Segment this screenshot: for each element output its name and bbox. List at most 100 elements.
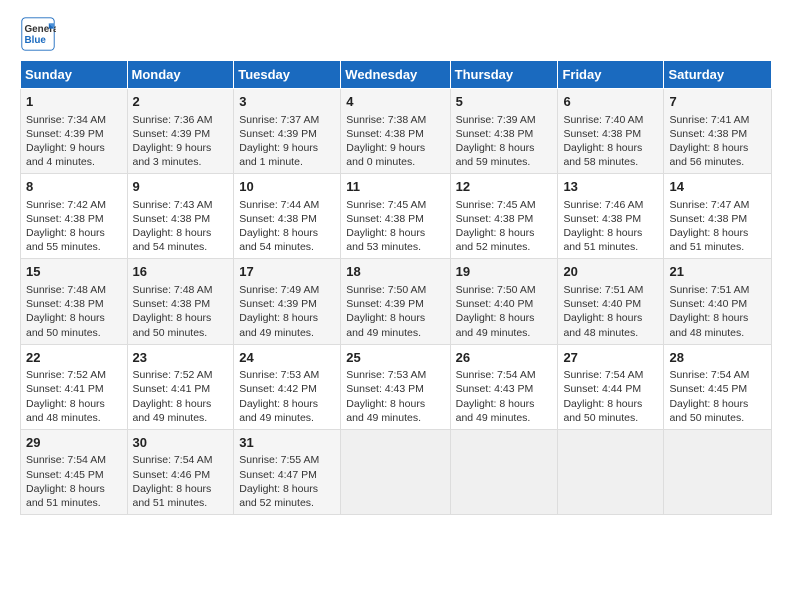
day-number: 28 [669,349,766,367]
day-info: Sunrise: 7:45 AMSunset: 4:38 PMDaylight:… [456,198,553,255]
day-number: 17 [239,263,335,281]
day-number: 23 [133,349,229,367]
calendar-cell [341,429,450,514]
day-number: 31 [239,434,335,452]
logo-icon: General Blue [20,16,56,52]
calendar-cell: 9 Sunrise: 7:43 AMSunset: 4:38 PMDaylight… [127,174,234,259]
calendar-header-wednesday: Wednesday [341,61,450,89]
calendar-cell: 5 Sunrise: 7:39 AMSunset: 4:38 PMDaylight… [450,89,558,174]
calendar-cell: 26Sunrise: 7:54 AMSunset: 4:43 PMDayligh… [450,344,558,429]
day-info: Sunrise: 7:53 AMSunset: 4:43 PMDaylight:… [346,368,444,425]
calendar-header-monday: Monday [127,61,234,89]
svg-text:Blue: Blue [25,35,47,46]
day-number: 27 [563,349,658,367]
calendar-cell: 6Sunrise: 7:40 AMSunset: 4:38 PMDaylight… [558,89,664,174]
day-number: 4 [346,93,444,111]
day-number: 11 [346,178,444,196]
day-info: Sunrise: 7:50 AMSunset: 4:40 PMDaylight:… [456,283,553,340]
calendar-cell: 11 Sunrise: 7:45 AMSunset: 4:38 PMDayligh… [341,174,450,259]
day-info: Sunrise: 7:47 AMSunset: 4:38 PMDaylight:… [669,198,766,255]
day-number: 3 [239,93,335,111]
calendar-header-row: SundayMondayTuesdayWednesdayThursdayFrid… [21,61,772,89]
day-number: 5 [456,93,553,111]
calendar-cell: 16 Sunrise: 7:48 AMSunset: 4:38 PMDayligh… [127,259,234,344]
day-info: Sunrise: 7:54 AMSunset: 4:44 PMDaylight:… [563,368,658,425]
day-number: 9 [133,178,229,196]
calendar-week-4: 22Sunrise: 7:52 AMSunset: 4:41 PMDayligh… [21,344,772,429]
day-number: 22 [26,349,122,367]
calendar-week-2: 8 Sunrise: 7:42 AMSunset: 4:38 PMDaylight… [21,174,772,259]
day-info: Sunrise: 7:52 AMSunset: 4:41 PMDaylight:… [133,368,229,425]
day-number: 2 [133,93,229,111]
day-number: 21 [669,263,766,281]
day-info: Sunrise: 7:34 AMSunset: 4:39 PMDaylight:… [26,113,122,170]
day-number: 24 [239,349,335,367]
calendar-cell: 21 Sunrise: 7:51 AMSunset: 4:40 PMDayligh… [664,259,772,344]
day-number: 25 [346,349,444,367]
day-info: Sunrise: 7:50 AMSunset: 4:39 PMDaylight:… [346,283,444,340]
calendar-cell: 30Sunrise: 7:54 AMSunset: 4:46 PMDayligh… [127,429,234,514]
day-number: 30 [133,434,229,452]
day-info: Sunrise: 7:46 AMSunset: 4:38 PMDaylight:… [563,198,658,255]
calendar-cell: 10 Sunrise: 7:44 AMSunset: 4:38 PMDayligh… [234,174,341,259]
calendar-cell: 22Sunrise: 7:52 AMSunset: 4:41 PMDayligh… [21,344,128,429]
day-number: 7 [669,93,766,111]
logo: General Blue [20,16,62,52]
day-number: 8 [26,178,122,196]
day-number: 1 [26,93,122,111]
calendar-cell: 28Sunrise: 7:54 AMSunset: 4:45 PMDayligh… [664,344,772,429]
day-info: Sunrise: 7:42 AMSunset: 4:38 PMDaylight:… [26,198,122,255]
calendar-header-sunday: Sunday [21,61,128,89]
day-info: Sunrise: 7:41 AMSunset: 4:38 PMDaylight:… [669,113,766,170]
day-number: 20 [563,263,658,281]
day-info: Sunrise: 7:36 AMSunset: 4:39 PMDaylight:… [133,113,229,170]
calendar-cell: 3 Sunrise: 7:37 AMSunset: 4:39 PMDaylight… [234,89,341,174]
calendar-cell: 23Sunrise: 7:52 AMSunset: 4:41 PMDayligh… [127,344,234,429]
calendar-cell: 18 Sunrise: 7:50 AMSunset: 4:39 PMDayligh… [341,259,450,344]
day-info: Sunrise: 7:39 AMSunset: 4:38 PMDaylight:… [456,113,553,170]
calendar-header-thursday: Thursday [450,61,558,89]
day-info: Sunrise: 7:52 AMSunset: 4:41 PMDaylight:… [26,368,122,425]
calendar-cell: 1 Sunrise: 7:34 AMSunset: 4:39 PMDaylight… [21,89,128,174]
calendar-cell [664,429,772,514]
day-number: 14 [669,178,766,196]
day-number: 19 [456,263,553,281]
day-number: 16 [133,263,229,281]
day-info: Sunrise: 7:55 AMSunset: 4:47 PMDaylight:… [239,453,335,510]
day-info: Sunrise: 7:48 AMSunset: 4:38 PMDaylight:… [26,283,122,340]
day-info: Sunrise: 7:48 AMSunset: 4:38 PMDaylight:… [133,283,229,340]
calendar-cell: 8 Sunrise: 7:42 AMSunset: 4:38 PMDaylight… [21,174,128,259]
day-info: Sunrise: 7:53 AMSunset: 4:42 PMDaylight:… [239,368,335,425]
day-number: 10 [239,178,335,196]
calendar-week-3: 15Sunrise: 7:48 AMSunset: 4:38 PMDayligh… [21,259,772,344]
calendar-header-friday: Friday [558,61,664,89]
calendar-cell: 19 Sunrise: 7:50 AMSunset: 4:40 PMDayligh… [450,259,558,344]
calendar-cell: 20Sunrise: 7:51 AMSunset: 4:40 PMDayligh… [558,259,664,344]
page-container: General Blue SundayMondayTuesdayWednesda… [0,0,792,525]
calendar-cell: 27Sunrise: 7:54 AMSunset: 4:44 PMDayligh… [558,344,664,429]
calendar-cell: 14 Sunrise: 7:47 AMSunset: 4:38 PMDayligh… [664,174,772,259]
calendar-cell: 24Sunrise: 7:53 AMSunset: 4:42 PMDayligh… [234,344,341,429]
day-info: Sunrise: 7:43 AMSunset: 4:38 PMDaylight:… [133,198,229,255]
day-info: Sunrise: 7:40 AMSunset: 4:38 PMDaylight:… [563,113,658,170]
calendar-cell: 31Sunrise: 7:55 AMSunset: 4:47 PMDayligh… [234,429,341,514]
day-info: Sunrise: 7:45 AMSunset: 4:38 PMDaylight:… [346,198,444,255]
calendar-cell: 12Sunrise: 7:45 AMSunset: 4:38 PMDayligh… [450,174,558,259]
day-info: Sunrise: 7:38 AMSunset: 4:38 PMDaylight:… [346,113,444,170]
calendar-table: SundayMondayTuesdayWednesdayThursdayFrid… [20,60,772,515]
calendar-cell: 4 Sunrise: 7:38 AMSunset: 4:38 PMDaylight… [341,89,450,174]
calendar-cell: 13Sunrise: 7:46 AMSunset: 4:38 PMDayligh… [558,174,664,259]
day-info: Sunrise: 7:37 AMSunset: 4:39 PMDaylight:… [239,113,335,170]
calendar-week-5: 29Sunrise: 7:54 AMSunset: 4:45 PMDayligh… [21,429,772,514]
calendar-header-tuesday: Tuesday [234,61,341,89]
day-number: 26 [456,349,553,367]
day-info: Sunrise: 7:51 AMSunset: 4:40 PMDaylight:… [669,283,766,340]
calendar-cell: 25Sunrise: 7:53 AMSunset: 4:43 PMDayligh… [341,344,450,429]
day-info: Sunrise: 7:44 AMSunset: 4:38 PMDaylight:… [239,198,335,255]
day-info: Sunrise: 7:54 AMSunset: 4:46 PMDaylight:… [133,453,229,510]
calendar-header-saturday: Saturday [664,61,772,89]
day-info: Sunrise: 7:54 AMSunset: 4:45 PMDaylight:… [26,453,122,510]
calendar-week-1: 1 Sunrise: 7:34 AMSunset: 4:39 PMDaylight… [21,89,772,174]
calendar-cell: 29Sunrise: 7:54 AMSunset: 4:45 PMDayligh… [21,429,128,514]
day-number: 18 [346,263,444,281]
